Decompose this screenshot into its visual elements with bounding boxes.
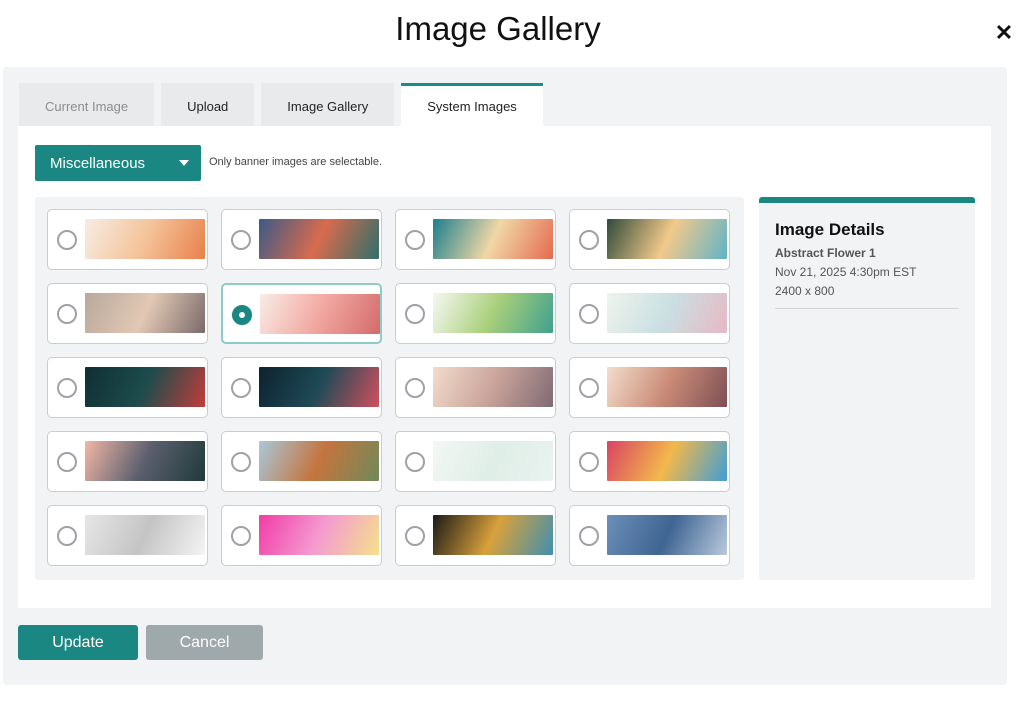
radio-button[interactable] xyxy=(405,526,425,546)
details-heading: Image Details xyxy=(775,220,885,239)
tab-content: Miscellaneous Only banner images are sel… xyxy=(18,126,991,608)
image-option-abstract-flower-1[interactable] xyxy=(221,283,382,344)
radio-button[interactable] xyxy=(231,230,251,250)
thumbnail-image xyxy=(259,219,379,259)
image-option-pink-gradient[interactable] xyxy=(221,505,382,566)
radio-button[interactable] xyxy=(231,378,251,398)
image-option-sports-stadium[interactable] xyxy=(221,431,382,492)
radio-button[interactable] xyxy=(231,526,251,546)
image-option-mountain-lake[interactable] xyxy=(47,431,208,492)
image-option-beach-aerial[interactable] xyxy=(395,209,556,270)
thumbnail-image xyxy=(259,441,379,481)
update-button[interactable]: Update xyxy=(18,625,138,660)
image-option-dark-floral-navy[interactable] xyxy=(221,357,382,418)
close-icon[interactable]: ✕ xyxy=(993,22,1015,44)
image-option-autumn-leaves[interactable] xyxy=(47,209,208,270)
dialog-panel: Current Image Upload Image Gallery Syste… xyxy=(3,67,1007,685)
thumbnail-image xyxy=(607,293,727,333)
thumbnail-image xyxy=(259,367,379,407)
cancel-button[interactable]: Cancel xyxy=(146,625,263,660)
image-option-pastel-flowers[interactable] xyxy=(569,283,730,344)
image-grid xyxy=(35,197,744,580)
tab-upload[interactable]: Upload xyxy=(161,83,255,126)
thumbnail-image xyxy=(607,219,727,259)
image-option-blue-watercolor[interactable] xyxy=(569,505,730,566)
thumbnail-image xyxy=(433,293,553,333)
radio-button[interactable] xyxy=(579,378,599,398)
radio-button[interactable] xyxy=(579,452,599,472)
selection-hint: Only banner images are selectable. xyxy=(209,156,383,168)
thumbnail-image xyxy=(85,441,205,481)
thumbnail-image xyxy=(259,515,379,555)
image-option-desert-mountains[interactable] xyxy=(395,357,556,418)
image-option-sunset-mountains[interactable] xyxy=(569,357,730,418)
radio-button[interactable] xyxy=(57,378,77,398)
thumbnail-image xyxy=(433,441,553,481)
details-date: Nov 21, 2025 4:30pm EST xyxy=(775,265,917,279)
image-option-dark-floral-teal[interactable] xyxy=(47,357,208,418)
image-option-silver-lines[interactable] xyxy=(47,505,208,566)
radio-button[interactable] xyxy=(57,452,77,472)
radio-button[interactable] xyxy=(579,526,599,546)
thumbnail-image xyxy=(607,441,727,481)
dialog-title: Image Gallery xyxy=(395,10,601,47)
radio-button[interactable] xyxy=(405,304,425,324)
image-option-gold-bokeh[interactable] xyxy=(395,505,556,566)
thumbnail-image xyxy=(433,367,553,407)
image-option-city-skyline[interactable] xyxy=(47,283,208,344)
thumbnail-image xyxy=(607,367,727,407)
category-dropdown[interactable]: Miscellaneous xyxy=(35,145,201,181)
tab-image-gallery[interactable]: Image Gallery xyxy=(261,83,395,126)
caret-down-icon xyxy=(179,160,189,166)
details-image-name: Abstract Flower 1 xyxy=(775,246,876,260)
thumbnail-image xyxy=(433,219,553,259)
radio-button[interactable] xyxy=(232,305,252,325)
category-dropdown-label: Miscellaneous xyxy=(50,154,146,172)
radio-button[interactable] xyxy=(57,304,77,324)
image-option-winter-forest[interactable] xyxy=(221,209,382,270)
radio-button[interactable] xyxy=(231,452,251,472)
radio-button[interactable] xyxy=(405,452,425,472)
radio-button[interactable] xyxy=(405,230,425,250)
radio-button[interactable] xyxy=(57,230,77,250)
thumbnail-image xyxy=(85,367,205,407)
radio-button[interactable] xyxy=(57,526,77,546)
thumbnail-image xyxy=(433,515,553,555)
image-option-rainbow-gradient[interactable] xyxy=(569,431,730,492)
radio-button[interactable] xyxy=(579,230,599,250)
thumbnail-image xyxy=(607,515,727,555)
tab-current-image[interactable]: Current Image xyxy=(19,83,155,126)
image-option-tropical-beach[interactable] xyxy=(569,209,730,270)
thumbnail-image xyxy=(260,294,380,334)
thumbnail-image xyxy=(85,293,205,333)
details-divider xyxy=(775,308,959,309)
tab-system-images[interactable]: System Images xyxy=(401,83,543,126)
image-option-light-map[interactable] xyxy=(395,431,556,492)
radio-button[interactable] xyxy=(405,378,425,398)
image-details-panel: Image Details Abstract Flower 1 Nov 21, … xyxy=(759,197,975,580)
thumbnail-image xyxy=(85,515,205,555)
image-option-green-leaves[interactable] xyxy=(395,283,556,344)
tab-bar: Current Image Upload Image Gallery Syste… xyxy=(19,83,550,126)
radio-button[interactable] xyxy=(579,304,599,324)
thumbnail-image xyxy=(85,219,205,259)
details-dimensions: 2400 x 800 xyxy=(775,284,835,298)
